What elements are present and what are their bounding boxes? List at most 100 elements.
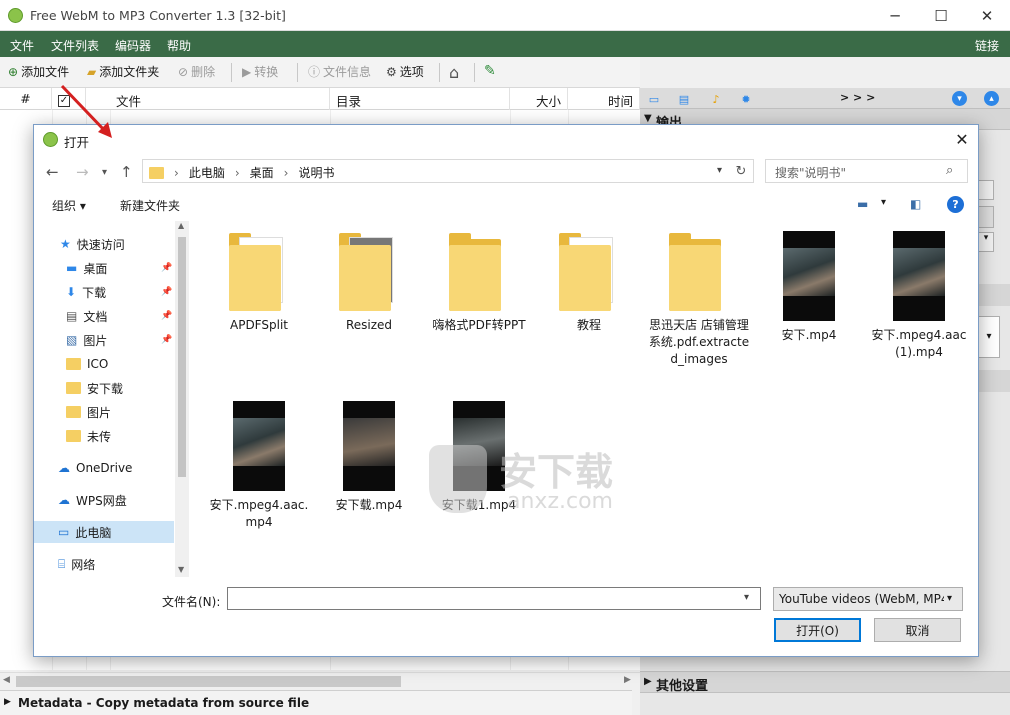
nav-this-pc[interactable]: ▭ 此电脑 <box>34 521 174 543</box>
scroll-left-icon[interactable]: ◀ <box>3 675 10 685</box>
refresh-icon[interactable]: ↻ <box>732 162 750 180</box>
address-dropdown-icon[interactable]: ▾ <box>717 165 722 176</box>
file-item[interactable]: 思迅天店 店铺管理系统.pdf.extracted_images <box>646 231 752 368</box>
column-directory[interactable]: 目录 <box>330 88 510 110</box>
home-icon[interactable]: ⌂ <box>449 63 459 82</box>
folder-tab-icon[interactable]: ▭ <box>646 91 662 107</box>
nav-anxz[interactable]: 安下载 <box>66 377 123 399</box>
nav-scrollbar[interactable]: ▲ ▼ <box>175 221 189 577</box>
up-arrow-icon[interactable]: ↑ <box>120 163 133 181</box>
nav-wps[interactable]: ☁ WPS网盘 <box>58 489 127 511</box>
delete-icon: ⊘ <box>178 64 189 79</box>
file-item[interactable]: 安下.mp4 <box>756 231 862 344</box>
file-name: Resized <box>345 318 393 332</box>
nav-downloads[interactable]: ⬇ 下载 <box>66 281 106 303</box>
scroll-right-icon[interactable]: ▶ <box>624 675 631 685</box>
nav-ico[interactable]: ICO <box>66 353 108 375</box>
dialog-close-button[interactable]: ✕ <box>950 128 974 150</box>
open-button[interactable]: 打开(O) <box>774 618 861 642</box>
filename-input[interactable] <box>227 587 761 610</box>
organize-menu[interactable]: 组织 ▾ <box>52 197 86 214</box>
file-info-button[interactable]: ⓘ 文件信息 <box>308 63 371 80</box>
scrollbar-thumb[interactable] <box>16 676 401 687</box>
nav-pictures[interactable]: ▧ 图片 <box>66 329 107 351</box>
document-tab-icon[interactable]: ▤ <box>676 91 692 107</box>
file-item[interactable]: 嗨格式PDF转PPT <box>426 231 532 334</box>
scroll-down-icon[interactable]: ▼ <box>178 565 184 574</box>
folder-icon <box>669 231 729 311</box>
horizontal-scrollbar[interactable]: ◀ ▶ <box>0 672 640 689</box>
music-tab-icon[interactable]: ♪ <box>708 91 724 107</box>
file-name: APDFSplit <box>230 318 288 332</box>
cancel-button[interactable]: 取消 <box>874 618 961 642</box>
file-item[interactable]: APDFSplit <box>206 231 312 334</box>
column-time[interactable]: 时间 <box>568 88 640 110</box>
panel-button[interactable] <box>978 206 994 228</box>
window-title: Free WebM to MP3 Converter 1.3 [32-bit] <box>30 8 286 23</box>
breadcrumb-desktop[interactable]: 桌面 <box>250 164 274 181</box>
nav-onedrive[interactable]: ☁ OneDrive <box>58 457 132 479</box>
back-arrow-icon[interactable]: ← <box>46 163 59 181</box>
filename-label: 文件名(N): <box>162 595 221 609</box>
scroll-up-icon[interactable]: ▲ <box>178 221 184 230</box>
file-type-select[interactable]: YouTube videos (WebM, MP4) ▾ <box>773 587 963 611</box>
annotation-arrow <box>60 84 112 138</box>
gear-icon: ⚙ <box>386 64 397 79</box>
panel-select[interactable]: ▾ <box>978 316 1000 358</box>
options-button[interactable]: ⚙ 选项 <box>386 63 424 80</box>
pin-icon: 📌 <box>161 263 173 273</box>
nav-untransferred[interactable]: 未传 <box>66 425 111 447</box>
recent-locations-icon[interactable]: ▾ <box>102 167 107 178</box>
address-bar[interactable]: › 此电脑 › 桌面 › 说明书 ▾ <box>142 159 754 183</box>
file-name: 安下载.mp4 <box>335 498 403 512</box>
menu-file[interactable]: 文件 <box>10 37 34 54</box>
menu-file-list[interactable]: 文件列表 <box>51 37 99 54</box>
nav-pictures-folder[interactable]: 图片 <box>66 401 111 423</box>
nav-documents[interactable]: ▤ 文档 <box>66 305 107 327</box>
file-view[interactable]: APDFSplit Resized 嗨格式PDF转PPT 教程 思迅天店 店铺管… <box>192 221 978 577</box>
view-options-icon[interactable]: ▬ <box>857 197 868 211</box>
menu-encoder[interactable]: 编码器 <box>115 37 151 54</box>
chevron-up-icon[interactable]: ▴ <box>984 91 999 106</box>
pin-icon[interactable]: ✎ <box>484 63 496 79</box>
gear-tab-icon[interactable]: ✹ <box>738 91 754 107</box>
minimize-button[interactable]: ─ <box>872 0 918 31</box>
panel-dropdown[interactable] <box>978 180 994 200</box>
star-icon: ★ <box>60 237 71 251</box>
column-file[interactable]: 文件 <box>110 88 330 110</box>
file-item[interactable]: 安下.mpeg4.aac.mp4 <box>206 401 312 531</box>
forward-arrow-icon[interactable]: → <box>76 163 89 181</box>
file-item[interactable]: 教程 <box>536 231 642 334</box>
search-input[interactable]: 搜索"说明书" ⌕ <box>765 159 968 183</box>
nav-desktop[interactable]: ▬ 桌面 <box>66 257 107 279</box>
panel-dropdown-2[interactable]: ▾ <box>978 232 994 252</box>
maximize-button[interactable]: ☐ <box>918 0 964 31</box>
more-tabs[interactable]: > > > <box>840 91 875 104</box>
breadcrumb-separator-icon: › <box>174 165 179 180</box>
other-settings-header[interactable]: ▶ 其他设置 <box>640 671 1010 694</box>
column-size[interactable]: 大小 <box>510 88 568 110</box>
file-item[interactable]: Resized <box>316 231 422 334</box>
scrollbar-thumb[interactable] <box>178 237 186 477</box>
filename-dropdown-icon[interactable]: ▾ <box>744 592 749 603</box>
chevron-down-icon[interactable]: ▾ <box>952 91 967 106</box>
file-item[interactable]: 安下载.mp4 <box>316 401 422 514</box>
menu-help[interactable]: 帮助 <box>167 37 191 54</box>
file-item[interactable]: 安下.mpeg4.aac(1).mp4 <box>866 231 972 361</box>
breadcrumb-separator-icon: › <box>234 165 240 180</box>
view-dropdown-icon[interactable]: ▾ <box>881 197 886 208</box>
menu-links[interactable]: 链接 <box>975 37 999 54</box>
delete-button[interactable]: ⊘ 删除 <box>178 63 215 80</box>
nav-quick-access[interactable]: ★ 快速访问 <box>60 233 125 255</box>
preview-pane-icon[interactable]: ◧ <box>910 197 921 211</box>
close-button[interactable]: ✕ <box>964 0 1010 31</box>
nav-network[interactable]: ⌸ 网络 <box>58 553 95 575</box>
breadcrumb-this-pc[interactable]: 此电脑 <box>189 164 225 181</box>
file-name: 嗨格式PDF转PPT <box>432 318 526 332</box>
breadcrumb-manual[interactable]: 说明书 <box>298 164 334 181</box>
convert-button[interactable]: ▶ 转换 <box>242 63 278 80</box>
help-icon[interactable]: ? <box>947 196 964 213</box>
expand-arrow-icon[interactable]: ▶ <box>4 697 11 707</box>
new-folder-button[interactable]: 新建文件夹 <box>120 197 180 214</box>
nav-label: 桌面 <box>83 261 108 276</box>
